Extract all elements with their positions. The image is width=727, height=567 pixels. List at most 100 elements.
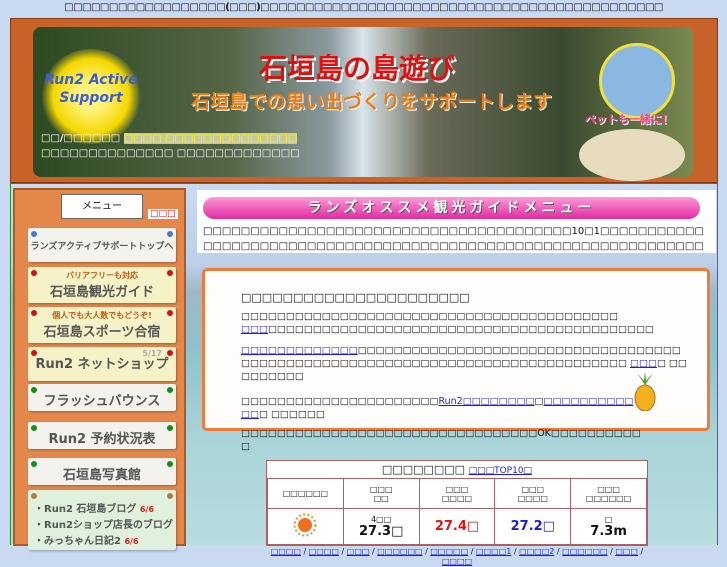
sidebar-item-label: 石垣島観光ガイド [49,285,154,300]
header-banner: Run2 Active Support 石垣島の島遊び 石垣島での思い出づくりを… [10,18,718,183]
weather-title: □□□□□□□□ [381,463,466,476]
pin-icon [31,270,37,276]
sidebar-item-label: Run2 予約状況表 [48,432,156,447]
sidebar-item-sub: 個人でも大人数でもどうぞ! [52,311,152,320]
weather-header: □□□□□□ [267,478,344,509]
info-text: □ □□□□□□ [258,409,325,420]
info-box: □□□□□□□□□□□□□□□□□□□□□□ □□□□□□□□□□□□□□□□□… [202,268,710,452]
sidebar-item-sub: バリアフリーも対応 [66,271,138,280]
blog-label: ・Run2 石垣島ブログ [34,504,137,515]
sidebar-item[interactable]: 個人でも大人数でもどうぞ! 石垣島スポーツ合宿 [28,307,176,343]
info-label: □□/□□□□□□ [41,133,121,144]
pin-icon [167,231,173,237]
wind-direction: □ [604,514,613,524]
weather-link[interactable]: □□□ [615,547,638,556]
info-text: □□□□□□□□□□□□□□□□□□□□□□□□□□□□□□□□□□□□□□□□… [267,324,654,335]
pin-icon [31,387,37,393]
pet-caption: ペットも一緒に！ [585,113,673,126]
group-photo [599,43,675,119]
sidebar-item[interactable]: Run2 予約状況表 [28,422,176,449]
sidebar-item-label: ランズアクティブサポートトップへ [30,242,174,252]
guide-menu-header: ランズオススメ観光ガイドメニュー [203,197,700,219]
pin-icon [31,493,37,499]
sidebar-item[interactable]: バリアフリーも対応石垣島観光ガイド [28,267,176,303]
weather-title-row: □□□□□□□□ □□□TOP10□ [267,461,647,478]
weather-links: □□□□ / □□□□ / □□□ / □□□□□□ / □□□□□ / □□□… [270,547,644,566]
info-link[interactable]: □□□ [630,358,657,369]
info-text: □ [534,396,544,407]
guide-intro-panel: ランズオススメ観光ガイドメニュー □□□□□□□□□□□□□□□□□□□□□□□… [197,190,716,253]
weather-top10-link[interactable]: □□□TOP10□ [469,466,532,476]
pin-icon [31,310,37,316]
weather-link[interactable]: □□□□□ [430,547,468,556]
site-subtitle: 石垣島での思い出づくりをサポートします [191,91,553,113]
weather-cell: 27.4□ [418,508,496,545]
pin-icon [167,310,173,316]
info-text: □□□□□□□□□□□□□□□□□□□□□□ [241,396,439,407]
blog-link[interactable]: ・Run2 石垣島ブログ 6/6 [34,502,176,518]
weather-link[interactable]: □□□ [347,547,370,556]
blog-label: ・Run2ショップ店長のブログ [34,520,173,531]
sidebar-item[interactable]: 石垣島写真館 [28,458,176,485]
weather-header: □□□ □□□□ [418,478,496,509]
pin-icon [167,350,173,356]
weather-link[interactable]: □□□□□□ [377,547,422,556]
shop-link[interactable]: Run2□□□□□□□□ [438,396,534,407]
weather-link[interactable]: □□□□ [271,547,301,556]
pin-icon [31,231,37,237]
info-text: □□□□□□□□□□□□□□□□□□□□□□□□□□□□□□□□□□□□□□□□… [241,311,618,322]
weather-cell: □ 7.3m [570,508,647,545]
sidebar-item-label: フラッシュバウンス [43,394,161,409]
sidebar-item[interactable]: ランズアクティブサポートトップへ [28,228,176,262]
info-link[interactable]: □□□ [241,324,268,335]
weather-link[interactable]: □□□□2 [519,547,554,556]
weather-widget: □□□□□□□□ □□□TOP10□ □□□□□□ □□□ □□ □□□ □□□□ □… [266,460,648,566]
blog-date: 6/6 [139,505,154,514]
top-notice: □□□□□□□□□□□□□□□□□□(□□□)□□□□□□□□□□□□□□□□□… [64,2,663,13]
intro-text: □□□□□□□□□□□□□□□□□□□□□□□□□□□□□□□□□□□□□□□1… [203,226,704,252]
dogs-photo [579,129,685,181]
temp-label: 4□□ [371,514,392,524]
pin-icon [31,425,37,431]
weather-link[interactable]: □□□□□□ [562,547,607,556]
weather-cell: 27.2□ [494,508,572,545]
info-highlight: □□□□ □□□□□□□□□□□□□□ [123,133,298,144]
sidebar-menu: メニュー □□□ ランズアクティブサポートトップへ バリアフリーも対応 石垣島観光ガ… [13,188,186,550]
wind-speed: 7.3m [590,523,627,539]
pin-icon [167,270,173,276]
weather-header: □□□ □□□□□□ [570,478,647,509]
sidebar-item[interactable]: フラッシュバウンス [28,384,176,411]
pin-icon [167,387,173,393]
pin-icon [31,350,37,356]
pin-icon [167,493,173,499]
blog-link[interactable]: ・Run2ショップ店長のブログ [34,518,176,534]
weather-link[interactable]: □□□□ [442,557,472,566]
update-date: 5/17 [142,349,162,358]
banner-info: □□/□□□□□□ □□□□ □□□□□□□□□□□□□□ [41,133,361,144]
banner-info-line2: □□□□□□□□□□□□□□ □□□□□□□□□□□□□ [41,148,300,159]
blog-links: ・Run2 石垣島ブログ 6/6 ・Run2ショップ店長のブログ ・みっちゃん日記… [28,490,176,550]
pin-icon [167,425,173,431]
run2-logo[interactable]: Run2 Active Support [41,49,141,144]
info-text: □□□□□□□□□□□□□□□□□□□□□□□□□□□□□□□□□OK□□□□□… [241,428,641,452]
blog-link[interactable]: ・みっちゃん日記2 6/6 [34,534,176,550]
current-temp: 27.3□ [359,523,404,539]
weather-cell [267,508,344,545]
sidebar-item-label: 石垣島写真館 [62,468,141,483]
weather-header: □□□ □□□□ [494,478,572,509]
sidebar-item-label: 石垣島スポーツ合宿 [43,325,161,340]
sun-icon [293,513,317,536]
main-area: メニュー □□□ ランズアクティブサポートトップへ バリアフリーも対応 石垣島観光ガ… [10,183,718,566]
pin-icon [167,461,173,467]
pineapple-icon [634,371,656,411]
info-link[interactable]: □□□□□□□□□□□□□ [241,345,358,356]
info-heading: □□□□□□□□□□□□□□□□□□□□□□ [241,291,470,304]
low-temp: 27.2□ [510,519,555,534]
sidebar-item[interactable]: 5/17 Run2 ネットショップ [28,347,176,381]
high-temp: 27.4□ [434,519,480,534]
pin-icon [31,461,37,467]
weather-link[interactable]: □□□□1 [476,547,511,556]
new-badge: □□□ [148,209,178,219]
site-title: 石垣島の島遊び [259,52,456,85]
weather-link[interactable]: □□□□ [309,547,339,556]
